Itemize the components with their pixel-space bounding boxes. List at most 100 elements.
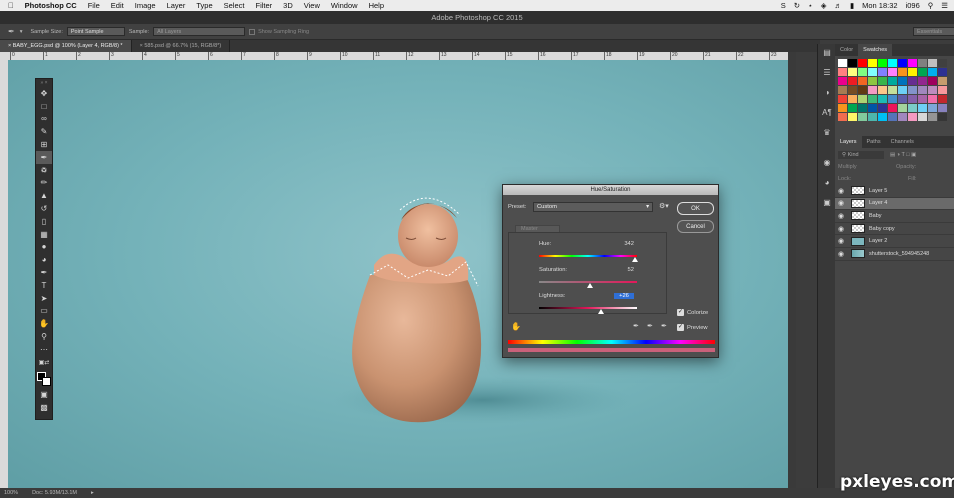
preset-select[interactable]: Custom ▾	[533, 202, 653, 212]
sample-select[interactable]: All Layers	[153, 27, 246, 36]
swatch[interactable]	[898, 77, 907, 85]
swatch[interactable]	[838, 113, 847, 121]
crop-tool-icon[interactable]: ⊞	[36, 138, 52, 151]
menubar-clock[interactable]: Mon 18:32	[862, 1, 897, 10]
toolbox-grip[interactable]: » ×	[36, 79, 52, 87]
apple-logo-icon[interactable]: 	[8, 1, 14, 10]
quick-mask-icon[interactable]: ▣	[36, 389, 52, 402]
eye-icon[interactable]: ◉	[835, 250, 847, 258]
swatch[interactable]	[908, 59, 917, 67]
clone-stamp-icon[interactable]: ▲	[36, 189, 52, 202]
swatch[interactable]	[868, 68, 877, 76]
swatch[interactable]	[938, 95, 947, 103]
swatch[interactable]	[918, 68, 927, 76]
swatch[interactable]	[918, 104, 927, 112]
status-menu-icon[interactable]: ▸	[91, 490, 94, 496]
swatch[interactable]	[898, 113, 907, 121]
swatch[interactable]	[858, 59, 867, 67]
tool-preset-chevron-icon[interactable]: ▾	[20, 29, 23, 35]
quick-select-tool-icon[interactable]: ✎	[36, 125, 52, 138]
preview-checkbox[interactable]: ✓	[677, 324, 684, 331]
swatch[interactable]	[848, 113, 857, 121]
hue-slider-track[interactable]	[539, 255, 637, 257]
workspace-select[interactable]: Essentials	[913, 27, 954, 36]
history-icon[interactable]: ▤	[819, 48, 835, 64]
dodge-tool-icon[interactable]: ◕	[36, 253, 52, 266]
swatch[interactable]	[888, 77, 897, 85]
swatch[interactable]	[848, 68, 857, 76]
swatch[interactable]	[928, 68, 937, 76]
swatch[interactable]	[848, 77, 857, 85]
swatch[interactable]	[918, 95, 927, 103]
screen-mode-icon[interactable]: ▩	[36, 401, 52, 414]
default-colors-icon[interactable]: ▣⇄	[36, 356, 52, 369]
brush-presets-icon[interactable]: ♛	[819, 128, 835, 144]
swatch[interactable]	[928, 104, 937, 112]
swatch[interactable]	[868, 104, 877, 112]
saturation-slider-thumb[interactable]	[586, 283, 593, 288]
eyedropper-plus-icon[interactable]: ✒	[647, 322, 653, 330]
zoom-tool-icon[interactable]: ⚲	[36, 330, 52, 343]
menubar-user[interactable]: i096	[906, 1, 920, 10]
move-tool-icon[interactable]: ✥	[36, 87, 52, 100]
history-brush-icon[interactable]: ↺	[36, 202, 52, 215]
swatch[interactable]	[938, 86, 947, 94]
swatch[interactable]	[908, 86, 917, 94]
properties-icon[interactable]: ☰	[819, 68, 835, 84]
lightness-slider-thumb[interactable]	[597, 309, 604, 314]
menu-3d[interactable]: 3D	[283, 1, 293, 10]
show-ring-checkbox[interactable]	[249, 28, 256, 35]
tab-color[interactable]: Color	[835, 44, 858, 56]
tab-baby-egg[interactable]: × BABY_EGG.psd @ 100% (Layer 4, RGB/8) *	[0, 40, 132, 52]
swatch[interactable]	[858, 68, 867, 76]
eye-icon[interactable]: ◉	[835, 237, 847, 245]
menu-help[interactable]: Help	[369, 1, 384, 10]
swatch[interactable]	[838, 86, 847, 94]
swatch[interactable]	[898, 86, 907, 94]
cancel-button[interactable]: Cancel	[677, 220, 714, 233]
swatch[interactable]	[918, 113, 927, 121]
color-swatches-icon[interactable]	[36, 369, 52, 389]
swatch[interactable]	[898, 95, 907, 103]
hue-value[interactable]: 342	[614, 241, 634, 247]
brush-tool-icon[interactable]: ✏	[36, 177, 52, 190]
lightness-value[interactable]: +26	[614, 293, 634, 299]
swatch[interactable]	[928, 86, 937, 94]
eyedropper-tool-icon[interactable]: ✒	[36, 150, 52, 164]
lasso-tool-icon[interactable]: ∞	[36, 113, 52, 126]
eyedropper-tool-icon[interactable]: ✒	[8, 27, 15, 36]
hue-slider-thumb[interactable]	[631, 257, 638, 262]
swatch[interactable]	[938, 104, 947, 112]
healing-brush-icon[interactable]: ♽	[36, 164, 52, 177]
swatch[interactable]	[918, 77, 927, 85]
swatch[interactable]	[928, 113, 937, 121]
tab-channels[interactable]: Channels	[886, 136, 919, 148]
swatch[interactable]	[938, 59, 947, 67]
swatch[interactable]	[838, 95, 847, 103]
blur-tool-icon[interactable]: ●	[36, 241, 52, 254]
swatch[interactable]	[878, 104, 887, 112]
swatch[interactable]	[908, 68, 917, 76]
hand-tool-icon[interactable]: ✋	[36, 317, 52, 330]
menu-window[interactable]: Window	[331, 1, 358, 10]
layer-row[interactable]: ◉ Baby	[835, 210, 954, 223]
swatch[interactable]	[848, 95, 857, 103]
swatch[interactable]	[878, 68, 887, 76]
swatch[interactable]	[928, 59, 937, 67]
more-tools-icon[interactable]: ⋯	[36, 343, 52, 356]
styles-icon[interactable]: ◕	[819, 178, 835, 194]
shape-tool-icon[interactable]: ▭	[36, 305, 52, 318]
tab-layers[interactable]: Layers	[835, 136, 862, 148]
swatch[interactable]	[878, 77, 887, 85]
swatch[interactable]	[908, 95, 917, 103]
swatch[interactable]	[908, 104, 917, 112]
swatch[interactable]	[918, 86, 927, 94]
swatch[interactable]	[888, 95, 897, 103]
swatch[interactable]	[938, 68, 947, 76]
swatch[interactable]	[848, 104, 857, 112]
menu-select[interactable]: Select	[224, 1, 245, 10]
hand-adjust-icon[interactable]: ✋	[511, 322, 521, 331]
layer-row[interactable]: ◉ Layer 4	[835, 197, 954, 211]
swatch[interactable]	[878, 113, 887, 121]
menu-view[interactable]: View	[304, 1, 320, 10]
